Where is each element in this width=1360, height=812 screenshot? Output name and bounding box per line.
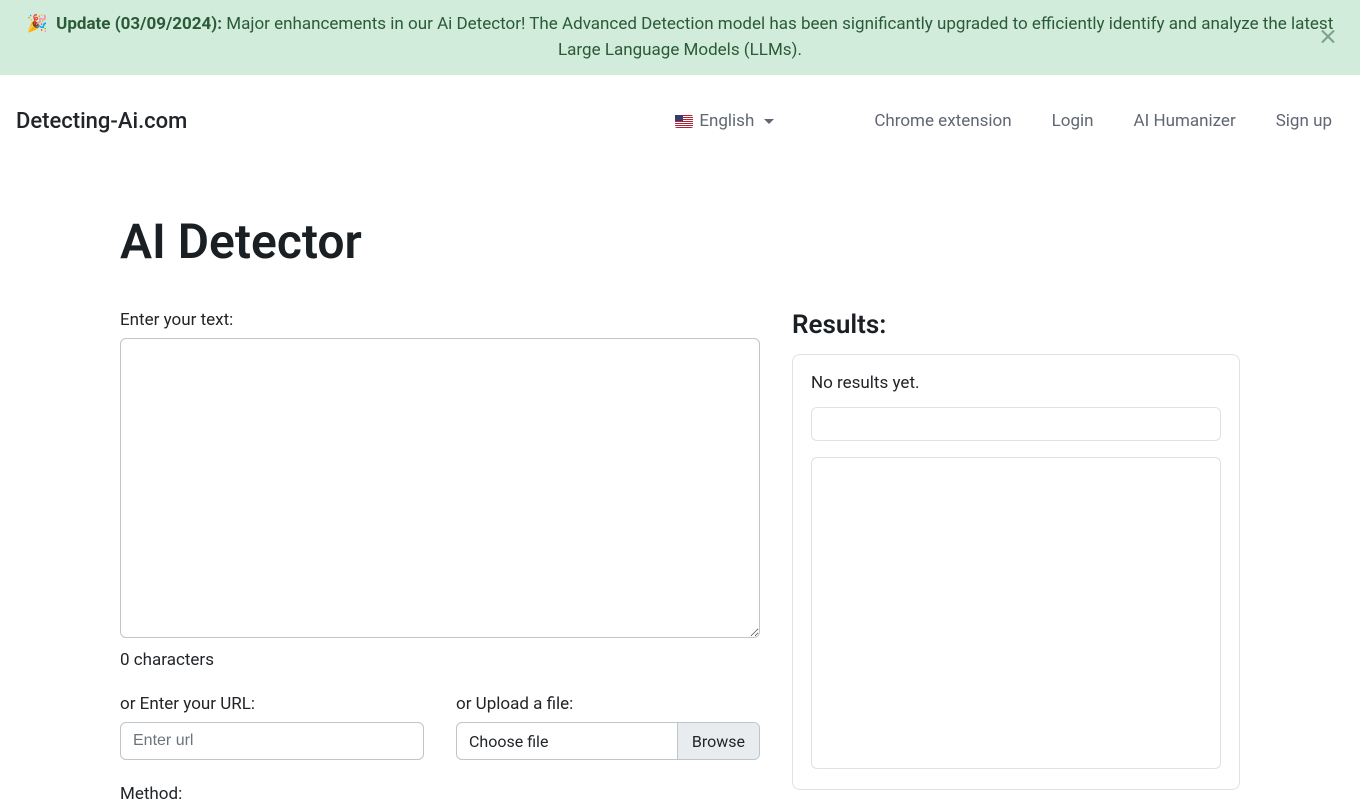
us-flag-icon <box>675 115 693 128</box>
language-label: English <box>699 111 754 131</box>
url-file-row: or Enter your URL: or Upload a file: Cho… <box>120 694 760 760</box>
alert-body-text: Major enhancements in our Ai Detector! T… <box>226 14 1333 60</box>
brand-link[interactable]: Detecting-Ai.com <box>16 109 187 134</box>
close-alert-button[interactable] <box>1312 20 1344 55</box>
alert-strong-text: Update (03/09/2024): <box>56 14 222 34</box>
results-progress-bar <box>811 407 1221 441</box>
file-group: or Upload a file: Choose file Browse <box>456 694 760 760</box>
input-column: Enter your text: 0 characters or Enter y… <box>120 310 760 812</box>
nav-ai-humanizer[interactable]: AI Humanizer <box>1122 103 1248 139</box>
nav-login[interactable]: Login <box>1040 103 1106 139</box>
results-detail-area <box>811 457 1221 769</box>
main-navbar: Detecting-Ai.com English Chrome extensio… <box>0 75 1360 167</box>
file-input-label: or Upload a file: <box>456 694 760 714</box>
url-group: or Enter your URL: <box>120 694 424 760</box>
no-results-text: No results yet. <box>811 373 1221 393</box>
file-input[interactable]: Choose file Browse <box>456 722 760 760</box>
results-column: Results: No results yet. <box>792 310 1240 812</box>
url-input[interactable] <box>120 722 424 760</box>
file-choose-text: Choose file <box>457 723 677 759</box>
url-input-label: or Enter your URL: <box>120 694 424 714</box>
character-count: 0 characters <box>120 650 760 670</box>
party-emoji: 🎉 <box>27 14 48 34</box>
nav-chrome-extension[interactable]: Chrome extension <box>862 103 1023 139</box>
results-box: No results yet. <box>792 354 1240 790</box>
chevron-down-icon <box>764 119 774 124</box>
content-area: AI Detector Enter your text: 0 character… <box>0 213 1360 812</box>
nav-sign-up[interactable]: Sign up <box>1264 103 1344 139</box>
method-label: Method: <box>120 784 760 804</box>
results-title: Results: <box>792 310 1240 340</box>
two-column-layout: Enter your text: 0 characters or Enter y… <box>120 310 1240 812</box>
close-icon <box>1320 28 1336 44</box>
page-title: AI Detector <box>120 213 1240 270</box>
update-alert-banner: 🎉 Update (03/09/2024): Major enhancement… <box>0 0 1360 75</box>
file-browse-button[interactable]: Browse <box>677 723 759 759</box>
text-input-textarea[interactable] <box>120 338 760 638</box>
text-input-label: Enter your text: <box>120 310 760 330</box>
language-dropdown[interactable]: English <box>663 103 786 139</box>
